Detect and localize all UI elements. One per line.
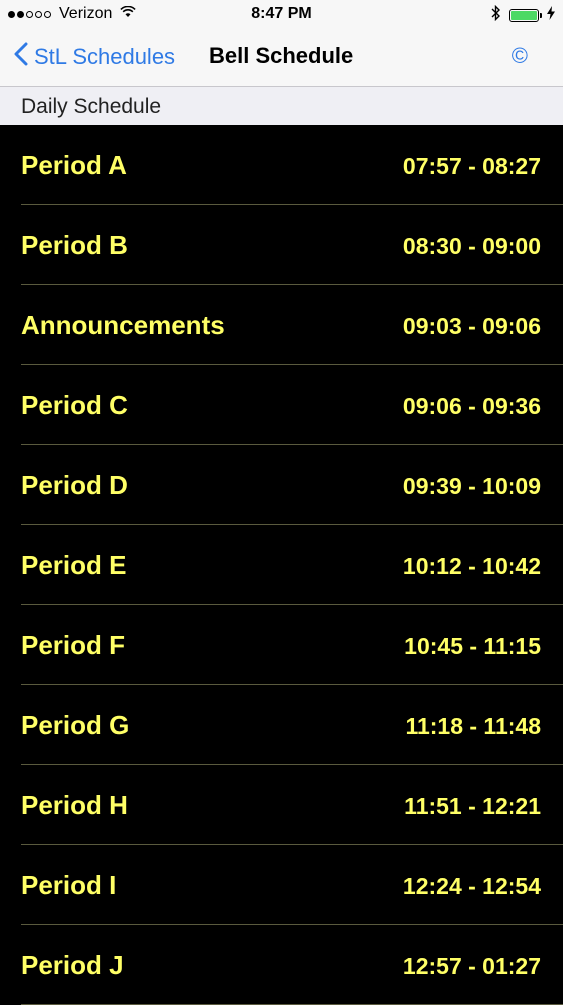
period-name: Announcements: [21, 310, 225, 340]
copyright-icon[interactable]: ©: [512, 43, 528, 69]
period-time: 10:45 - 11:15: [404, 633, 541, 659]
schedule-row[interactable]: Period I 12:24 - 12:54: [0, 845, 563, 925]
period-name: Period F: [21, 630, 126, 660]
schedule-row[interactable]: Period D 09:39 - 10:09: [0, 445, 563, 525]
schedule-row[interactable]: Period B 08:30 - 09:00: [0, 205, 563, 285]
period-time: 12:57 - 01:27: [402, 953, 541, 979]
charging-bolt-icon: [547, 6, 555, 25]
page-title: Bell Schedule: [209, 43, 354, 68]
schedule-row[interactable]: Announcements 09:03 - 09:06: [0, 285, 563, 365]
period-time: 11:51 - 12:21: [404, 793, 541, 819]
battery-level: [511, 11, 537, 20]
battery-icon: [509, 9, 542, 22]
schedule-row[interactable]: Period E 10:12 - 10:42: [0, 525, 563, 605]
status-right: [491, 4, 555, 26]
period-time: 11:18 - 11:48: [405, 713, 541, 739]
schedule-row[interactable]: Period C 09:06 - 09:36: [0, 365, 563, 445]
period-time: 09:03 - 09:06: [402, 313, 541, 339]
period-time: 09:06 - 09:36: [402, 393, 541, 419]
period-name: Period B: [21, 230, 128, 260]
schedule-row[interactable]: Period G 11:18 - 11:48: [0, 685, 563, 765]
schedule-row[interactable]: Period F 10:45 - 11:15: [0, 605, 563, 685]
chevron-left-icon: [14, 42, 28, 72]
period-name: Period D: [21, 470, 128, 500]
navigation-bar: StL Schedules Bell Schedule ©: [0, 30, 563, 87]
period-name: Period G: [21, 710, 130, 740]
period-time: 09:39 - 10:09: [402, 473, 541, 499]
period-name: Period J: [21, 950, 124, 980]
period-name: Period A: [21, 150, 127, 180]
schedule-row[interactable]: Period H 11:51 - 12:21: [0, 765, 563, 845]
period-name: Period H: [21, 790, 128, 820]
period-time: 07:57 - 08:27: [402, 153, 541, 179]
schedule-list: Period A 07:57 - 08:27 Period B 08:30 - …: [0, 125, 563, 1005]
period-time: 08:30 - 09:00: [402, 233, 541, 259]
status-time: 8:47 PM: [251, 5, 312, 22]
schedule-row[interactable]: Period A 07:57 - 08:27: [0, 125, 563, 205]
status-bar: Verizon 8:47 PM: [0, 0, 563, 30]
period-time: 10:12 - 10:42: [402, 553, 541, 579]
back-button-label: StL Schedules: [34, 44, 176, 69]
schedule-row[interactable]: Period J 12:57 - 01:27: [0, 925, 563, 1005]
period-name: Period C: [21, 390, 128, 420]
section-header: Daily Schedule: [0, 87, 563, 125]
back-button[interactable]: StL Schedules: [14, 42, 175, 72]
period-time: 12:24 - 12:54: [402, 873, 541, 899]
bluetooth-icon: [491, 4, 501, 26]
period-name: Period E: [21, 550, 127, 580]
period-name: Period I: [21, 870, 117, 900]
